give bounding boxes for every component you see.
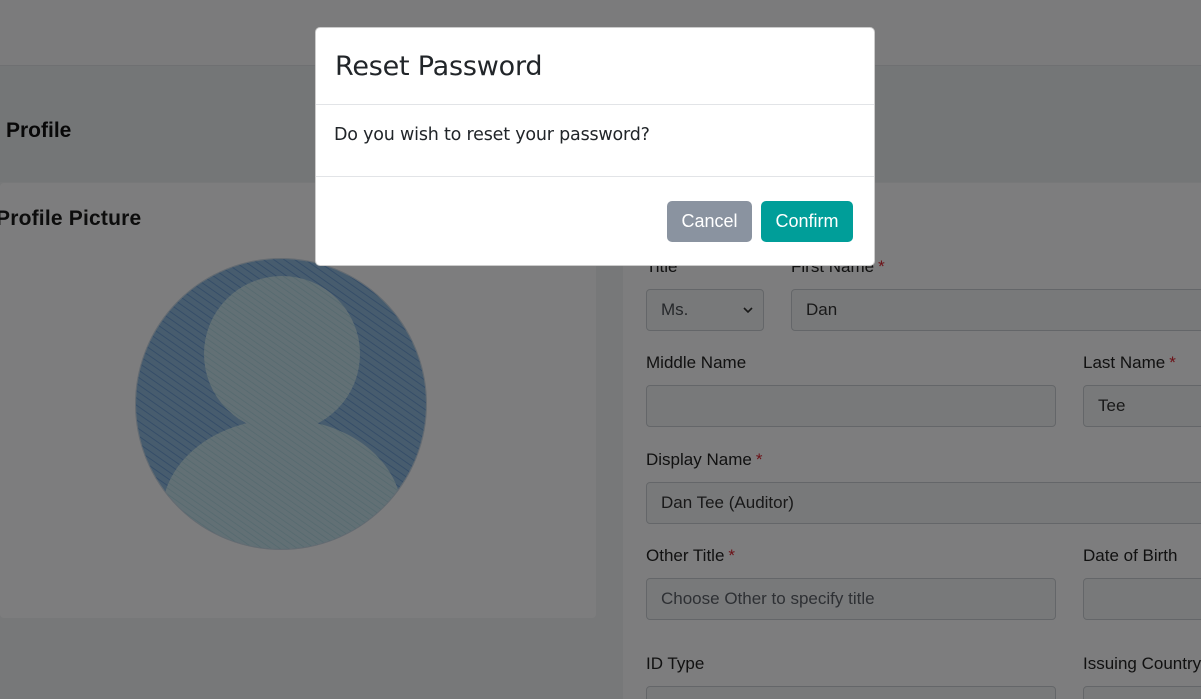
modal-message: Do you wish to reset your password? <box>334 125 650 145</box>
modal-header: Reset Password <box>316 28 874 105</box>
modal-title: Reset Password <box>335 51 543 82</box>
reset-password-dialog: Reset Password Do you wish to reset your… <box>315 27 875 266</box>
modal-body: Do you wish to reset your password? <box>316 105 874 177</box>
cancel-button[interactable]: Cancel <box>667 201 752 242</box>
confirm-button[interactable]: Confirm <box>761 201 853 242</box>
